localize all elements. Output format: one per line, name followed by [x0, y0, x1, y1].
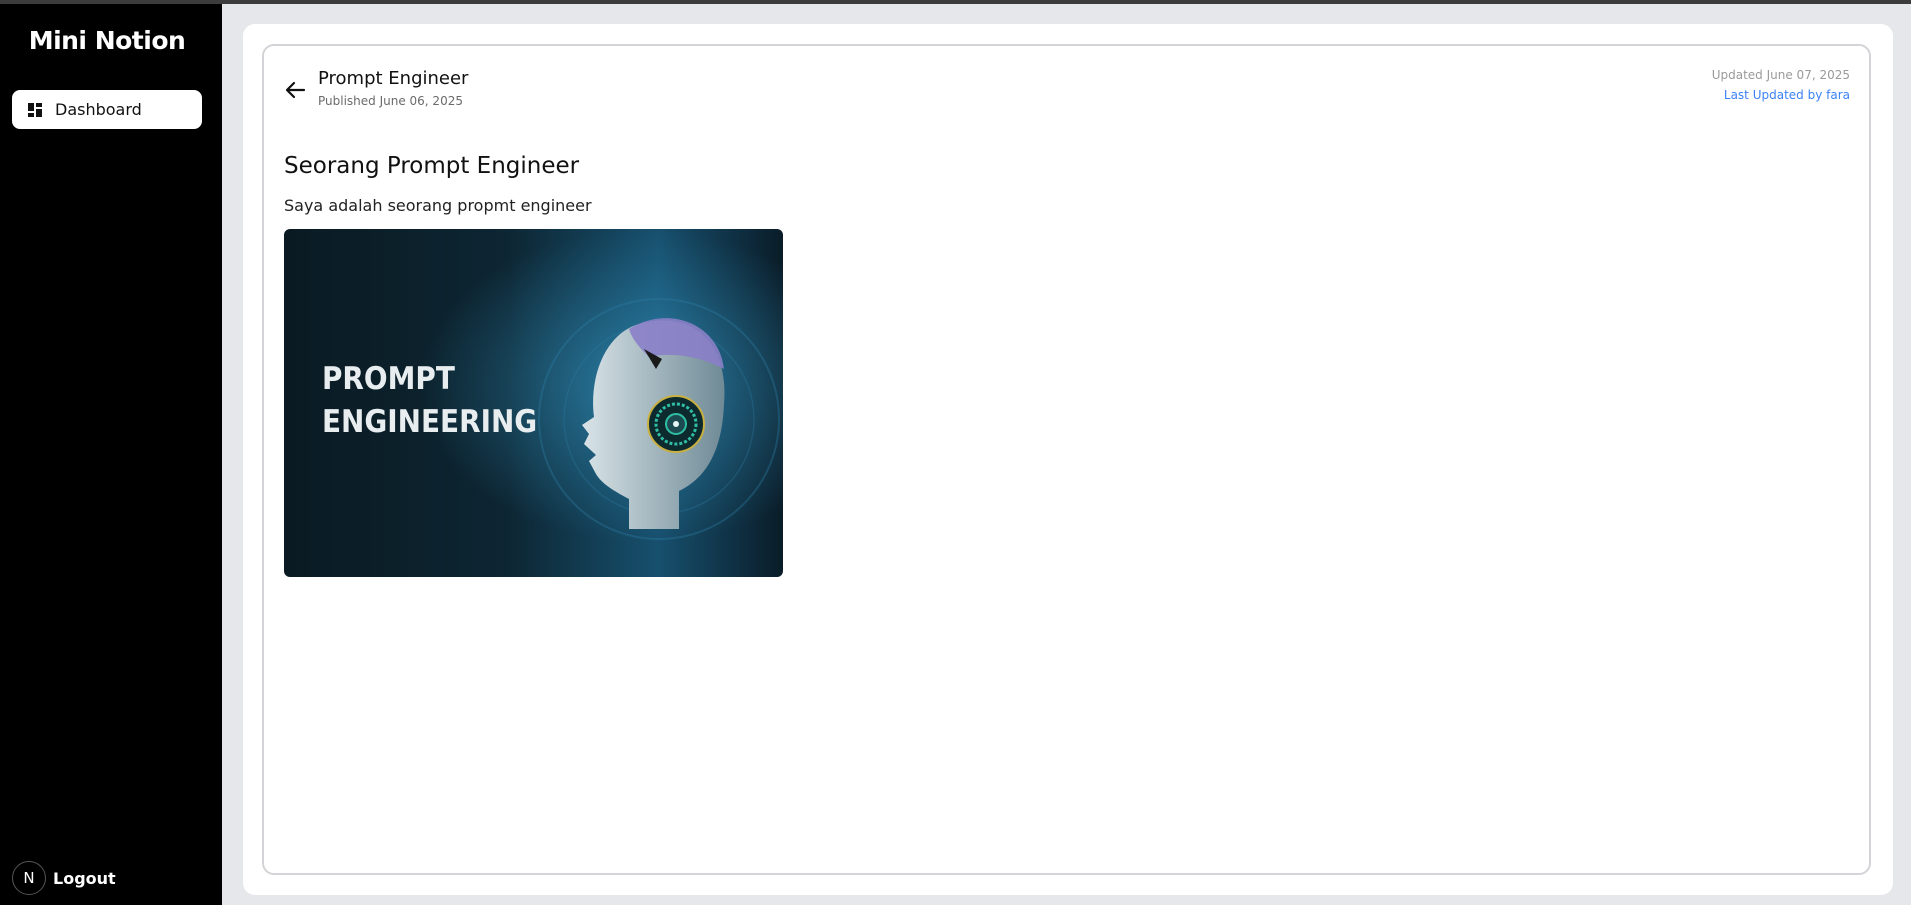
avatar: N [12, 861, 46, 895]
sidebar-item-dashboard[interactable]: Dashboard [12, 90, 202, 129]
last-updated-by: Last Updated by fara [1723, 88, 1850, 102]
image-caption-line2: ENGINEERING [322, 404, 537, 440]
dashboard-grid-icon [28, 102, 42, 117]
published-date: Published June 06, 2025 [318, 94, 463, 108]
updated-date: Updated June 07, 2025 [1711, 68, 1850, 82]
logout-label: Logout [53, 868, 116, 888]
sidebar-item-label: Dashboard [55, 100, 142, 119]
app-logo: Mini Notion [28, 26, 186, 55]
document-image: PROMPT ENGINEERING [284, 229, 783, 577]
back-arrow-icon[interactable] [282, 78, 310, 102]
logout-button[interactable]: N Logout [12, 861, 116, 895]
page-title: Prompt Engineer [318, 68, 469, 89]
document-body: Saya adalah seorang propmt engineer [284, 196, 592, 215]
sidebar: Mini Notion Dashboard N Logout [0, 4, 222, 905]
document-title: Seorang Prompt Engineer [284, 153, 580, 179]
window-top-bar [0, 0, 1911, 4]
image-caption-line1: PROMPT [322, 361, 455, 397]
